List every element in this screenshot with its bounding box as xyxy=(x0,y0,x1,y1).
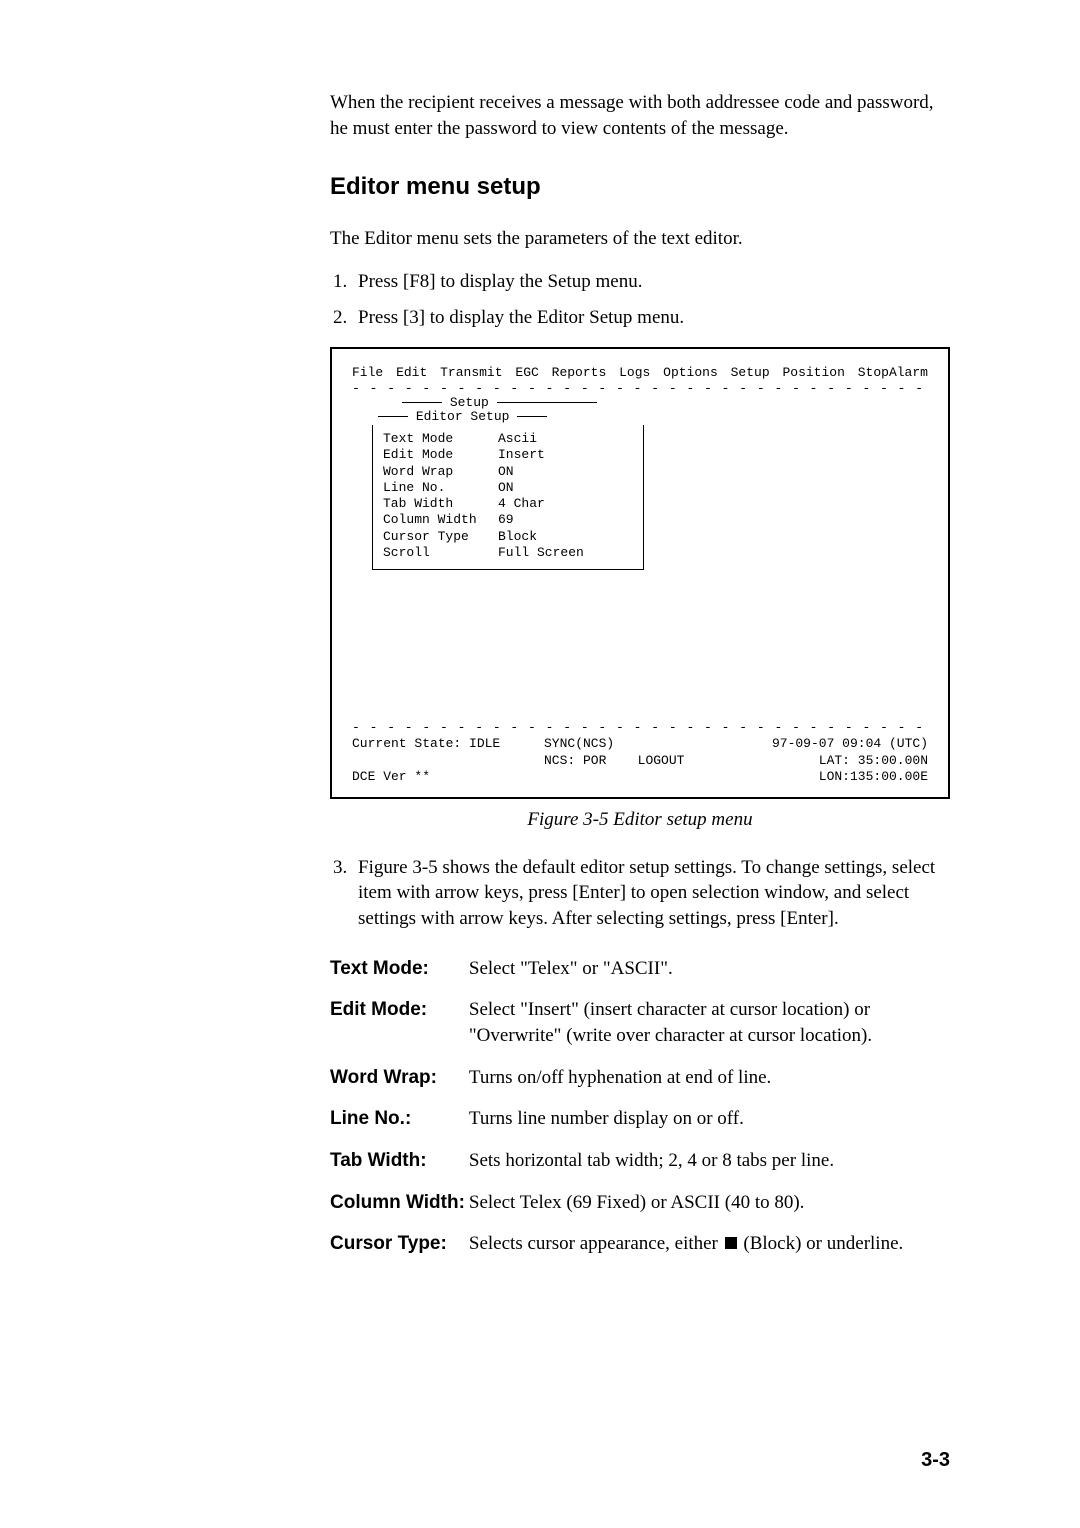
figure-status-area: Current State: IDLE SYNC(NCS) 97-09-07 0… xyxy=(352,736,928,785)
row-col-width-key: Column Width xyxy=(383,512,498,528)
desc-tab-width: Sets horizontal tab width; 2, 4 or 8 tab… xyxy=(469,1140,950,1182)
status-datetime: 97-09-07 09:04 (UTC) xyxy=(736,736,928,752)
status-ncs: NCS: POR xyxy=(544,753,606,768)
menu-reports: Reports xyxy=(552,365,607,381)
row-cursor-type-key: Cursor Type xyxy=(383,529,498,545)
menu-egc: EGC xyxy=(515,365,538,381)
desc-word-wrap: Turns on/off hyphenation at end of line. xyxy=(469,1057,950,1099)
row-line-no-key: Line No. xyxy=(383,480,498,496)
panel-title-setup: Setup xyxy=(450,395,489,410)
row-word-wrap-val: ON xyxy=(498,464,514,480)
row-col-width-val: 69 xyxy=(498,512,514,528)
status-lon: LON:135:00.00E xyxy=(736,769,928,785)
block-cursor-icon xyxy=(725,1237,737,1249)
status-dce: DCE Ver ** xyxy=(352,769,544,785)
status-lat: LAT: 35:00.00N xyxy=(736,753,928,769)
desc-line-no: Turns line number display on or off. xyxy=(469,1098,950,1140)
dash-line-bottom: - - - - - - - - - - - - - - - - - - - - … xyxy=(352,720,928,736)
row-tab-width-key: Tab Width xyxy=(383,496,498,512)
figure-menubar: File Edit Transmit EGC Reports Logs Opti… xyxy=(352,365,928,381)
term-text-mode: Text Mode: xyxy=(330,948,469,990)
row-text-mode-key: Text Mode xyxy=(383,431,498,447)
row-scroll-val: Full Screen xyxy=(498,545,584,561)
row-edit-mode-key: Edit Mode xyxy=(383,447,498,463)
status-sync: SYNC(NCS) xyxy=(544,736,736,752)
status-state: Current State: IDLE xyxy=(352,736,544,752)
menu-position: Position xyxy=(782,365,844,381)
term-edit-mode: Edit Mode: xyxy=(330,989,469,1056)
desc-edit-mode: Select "Insert" (insert character at cur… xyxy=(469,989,950,1056)
definition-table: Text Mode: Select "Telex" or "ASCII". Ed… xyxy=(330,948,950,1265)
menu-edit: Edit xyxy=(396,365,427,381)
menu-transmit: Transmit xyxy=(440,365,502,381)
row-text-mode-val: Ascii xyxy=(498,431,537,447)
page-number: 3-3 xyxy=(921,1447,950,1474)
desc-text-mode: Select "Telex" or "ASCII". xyxy=(469,948,950,990)
figure-caption: Figure 3-5 Editor setup menu xyxy=(330,807,950,833)
editor-setup-panel: Text ModeAscii Edit ModeInsert Word Wrap… xyxy=(372,425,644,570)
menu-stopalarm: StopAlarm xyxy=(858,365,928,381)
row-tab-width-val: 4 Char xyxy=(498,496,545,512)
editor-setup-figure: File Edit Transmit EGC Reports Logs Opti… xyxy=(330,347,950,800)
row-line-no-val: ON xyxy=(498,480,514,496)
menu-options: Options xyxy=(663,365,718,381)
desc-cursor-type: Selects cursor appearance, either (Block… xyxy=(469,1223,950,1265)
step-3: Figure 3-5 shows the default editor setu… xyxy=(352,855,950,932)
term-tab-width: Tab Width: xyxy=(330,1140,469,1182)
intro-paragraph: When the recipient receives a message wi… xyxy=(330,90,950,141)
status-logout: LOGOUT xyxy=(638,753,685,768)
term-word-wrap: Word Wrap: xyxy=(330,1057,469,1099)
desc-column-width: Select Telex (69 Fixed) or ASCII (40 to … xyxy=(469,1182,950,1224)
menu-setup: Setup xyxy=(731,365,770,381)
row-edit-mode-val: Insert xyxy=(498,447,545,463)
step-list-continued: Figure 3-5 shows the default editor setu… xyxy=(330,855,950,932)
row-scroll-key: Scroll xyxy=(383,545,498,561)
step-1: Press [F8] to display the Setup menu. xyxy=(352,269,950,295)
lead-paragraph: The Editor menu sets the parameters of t… xyxy=(330,226,950,252)
row-word-wrap-key: Word Wrap xyxy=(383,464,498,480)
term-cursor-type: Cursor Type: xyxy=(330,1223,469,1265)
section-heading: Editor menu setup xyxy=(330,171,950,203)
menu-logs: Logs xyxy=(619,365,650,381)
row-cursor-type-val: Block xyxy=(498,529,537,545)
step-2: Press [3] to display the Editor Setup me… xyxy=(352,305,950,331)
term-line-no: Line No.: xyxy=(330,1098,469,1140)
term-column-width: Column Width: xyxy=(330,1182,469,1224)
step-list: Press [F8] to display the Setup menu. Pr… xyxy=(330,269,950,330)
menu-file: File xyxy=(352,365,383,381)
panel-title-editor-setup: Editor Setup xyxy=(416,409,510,424)
